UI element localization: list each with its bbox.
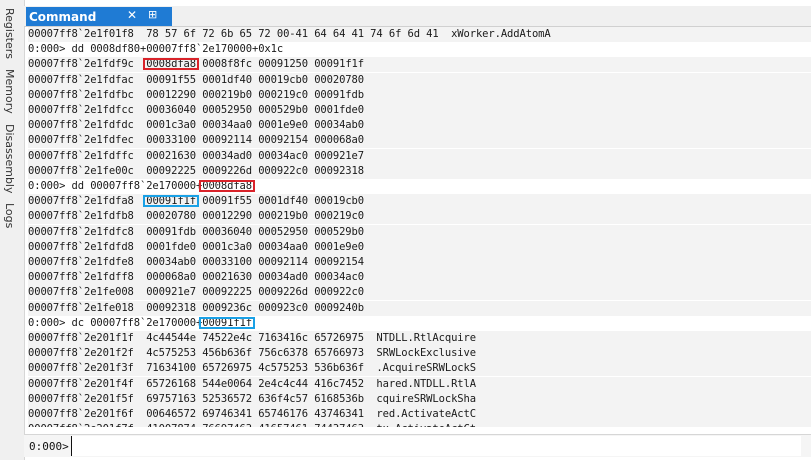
output-line: 00007ff8`2e201f6f 00646572 69746341 6574… <box>28 407 811 422</box>
highlighted-value: 0008dfa8 <box>199 180 255 192</box>
output-line: 00007ff8`2e1fdf9c 0008dfa8 0008f8fc 0009… <box>28 57 811 73</box>
output-line: 00007ff8`2e1fdff8 000068a0 00021630 0003… <box>28 270 811 286</box>
highlight-box <box>143 58 199 71</box>
output-line: 00007ff8`2e1fdfcc 00036040 00052950 0005… <box>28 103 811 118</box>
command-output[interactable]: 00007ff8`2e1f01f8 78 57 6f 72 6b 65 72 0… <box>28 27 811 427</box>
line-text: 00007ff8`2e1fdf9c <box>28 58 147 71</box>
output-line: 00007ff8`2e1fdfd8 0001fde0 0001c3a0 0003… <box>28 239 811 255</box>
highlight-box <box>199 180 255 192</box>
output-line: 00007ff8`2e1fdfbc 00012290 000219b0 0002… <box>28 87 811 103</box>
close-icon[interactable]: ✕ <box>127 8 137 22</box>
output-line: 00007ff8`2e1fdfb8 00020780 00012290 0002… <box>28 209 811 225</box>
output-line: 00007ff8`2e1fdfe8 00034ab0 00033100 0009… <box>28 255 811 270</box>
output-line: 00007ff8`2e1fdfa8 00091f1f 00091f55 0001… <box>28 194 811 210</box>
output-line: 00007ff8`2e201f3f 71634100 65726975 4c57… <box>28 361 811 377</box>
command-line: 0:000> dc 00007ff8`2e170000+00091f1f <box>28 315 811 331</box>
side-tabs: Registers Memory Disassembly Logs <box>3 8 16 229</box>
tab-command[interactable]: Command ✕ ⊞ <box>26 7 172 26</box>
side-tab-registers[interactable]: Registers <box>3 8 16 59</box>
output-line: 00007ff8`2e1fdffc 00021630 00034ad0 0003… <box>28 148 811 164</box>
line-text: 00007ff8`2e1fdfa8 <box>28 195 147 208</box>
window-titlebar: Command ✕ ⊞ <box>24 6 811 27</box>
side-tab-disassembly[interactable]: Disassembly <box>3 124 16 194</box>
side-panel: Registers Memory Disassembly Logs <box>0 0 25 460</box>
command-line: 0:000> dd 0008df80+00007ff8`2e170000+0x1… <box>28 42 811 58</box>
pin-icon[interactable]: ⊞ <box>148 8 157 21</box>
output-line: 00007ff8`2e1fe00c 00092225 0009226d 0009… <box>28 163 811 179</box>
output-line: 00007ff8`2e1fe008 000921e7 00092225 0009… <box>28 285 811 301</box>
output-line: 00007ff8`2e1fdfdc 0001c3a0 00034aa0 0001… <box>28 118 811 134</box>
line-text: 0:000> dd 00007ff8`2e170000+ <box>28 180 203 192</box>
command-bar: 0:000> <box>24 434 811 457</box>
side-tab-memory[interactable]: Memory <box>3 69 16 114</box>
tab-label: Command <box>29 9 97 24</box>
output-line: 00007ff8`2e201f1f 4c44544e 74522e4c 7163… <box>28 331 811 346</box>
command-input[interactable] <box>70 436 801 456</box>
highlight-box <box>143 195 199 208</box>
output-line: 00007ff8`2e201f4f 65726168 544e0064 2e4c… <box>28 376 811 392</box>
output-line: 00007ff8`2e201f5f 69757163 52536572 636f… <box>28 391 811 407</box>
highlighted-value: 00091f1f <box>143 195 199 208</box>
highlight-box <box>199 316 255 329</box>
output-line: 00007ff8`2e201f7f 41007874 76697463 4165… <box>28 422 811 427</box>
line-text: 00091f55 0001df40 00019cb0 <box>196 195 364 208</box>
highlighted-value: 0008dfa8 <box>143 58 199 71</box>
output-line: 00007ff8`2e1fe018 00092318 0009236c 0009… <box>28 300 811 316</box>
output-line: 00007ff8`2e201f2f 4c575253 456b636f 756c… <box>28 346 811 362</box>
output-line: 00007ff8`2e1fdfac 00091f55 0001df40 0001… <box>28 72 811 88</box>
highlighted-value: 00091f1f <box>199 316 255 329</box>
output-line: 00007ff8`2e1fdfc8 00091fdb 00036040 0005… <box>28 224 811 240</box>
output-line: 00007ff8`2e1fdfec 00033100 00092114 0009… <box>28 133 811 149</box>
command-line: 0:000> dd 00007ff8`2e170000+0008dfa8 <box>28 179 811 194</box>
line-text: 0008f8fc 00091250 00091f1f <box>196 58 364 71</box>
line-text: 0:000> dc 00007ff8`2e170000+ <box>28 316 203 329</box>
side-tab-logs[interactable]: Logs <box>3 203 16 228</box>
output-line: 00007ff8`2e1f01f8 78 57 6f 72 6b 65 72 0… <box>28 27 811 42</box>
command-prompt: 0:000> <box>29 439 69 453</box>
